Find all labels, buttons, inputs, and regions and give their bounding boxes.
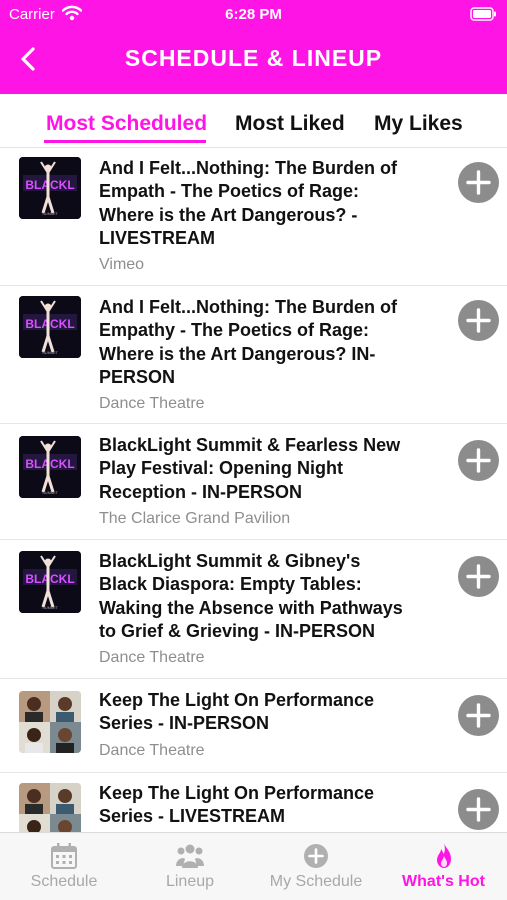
- bottom-tab-bar: Schedule Lineup My Schedule What's Hot: [0, 832, 507, 900]
- event-venue: Dance Theatre: [99, 395, 205, 412]
- app-header: Carrier 6:28 PM SCHEDULE & LINEUP: [0, 0, 507, 94]
- tabbar-label: Schedule: [30, 873, 98, 890]
- performer-collage-image: [19, 783, 81, 832]
- active-tab-indicator: [44, 140, 206, 143]
- tab-most-scheduled[interactable]: Most Scheduled: [46, 112, 207, 136]
- tabbar-lineup[interactable]: Lineup: [128, 833, 252, 900]
- event-row[interactable]: Keep The Light On Performance Series - LI…: [0, 773, 507, 832]
- event-thumbnail: [19, 691, 81, 753]
- event-venue: Vimeo: [99, 256, 145, 273]
- event-thumbnail: BLACKL SUMMIT: [19, 436, 81, 498]
- add-to-schedule-button[interactable]: [458, 162, 499, 203]
- event-venue: Dance Theatre: [99, 742, 205, 759]
- svg-text:SUMMIT: SUMMIT: [42, 211, 58, 216]
- tabbar-label: Lineup: [165, 873, 215, 890]
- event-venue: Dance Theatre: [99, 649, 205, 666]
- svg-text:SUMMIT: SUMMIT: [42, 490, 58, 495]
- event-title: Keep The Light On Performance Series - LI…: [99, 783, 375, 827]
- event-list: BLACKL SUMMIT And I Felt...Nothing: The …: [0, 148, 507, 832]
- tabbar-whats-hot[interactable]: What's Hot: [380, 833, 507, 900]
- event-row[interactable]: BLACKL SUMMIT And I Felt...Nothing: The …: [0, 148, 507, 286]
- blacklight-dancer-image: BLACKL SUMMIT: [19, 551, 81, 613]
- svg-text:BLACKL: BLACKL: [25, 178, 74, 192]
- tab-my-likes[interactable]: My Likes: [374, 112, 463, 136]
- plus-circle-icon: [466, 703, 491, 728]
- group-icon: [176, 844, 204, 868]
- segment-tabs: Most Scheduled Most Liked My Likes: [0, 94, 507, 148]
- tabbar-my-schedule[interactable]: My Schedule: [252, 833, 380, 900]
- event-title: And I Felt...Nothing: The Burden of Empat…: [99, 297, 397, 387]
- event-row[interactable]: BLACKL SUMMIT And I Felt...Nothing: The …: [0, 286, 507, 424]
- event-row[interactable]: BLACKL SUMMIT BlackLight Summit & Gibney…: [0, 540, 507, 679]
- blacklight-dancer-image: BLACKL SUMMIT: [19, 157, 81, 219]
- performer-collage-image: [19, 691, 81, 753]
- event-title: Keep The Light On Performance Series - IN…: [99, 690, 375, 734]
- svg-text:SUMMIT: SUMMIT: [42, 350, 58, 355]
- event-title: BlackLight Summit & Gibney's Black Diaspo…: [99, 551, 403, 641]
- event-row[interactable]: BLACKL SUMMIT BlackLight Summit & Fearle…: [0, 424, 507, 540]
- plus-circle-icon: [304, 844, 328, 868]
- status-time: 6:28 PM: [225, 6, 282, 23]
- event-thumbnail: BLACKL SUMMIT: [19, 296, 81, 358]
- event-title: And I Felt...Nothing: The Burden of Empat…: [99, 158, 397, 248]
- svg-text:BLACKL: BLACKL: [25, 572, 74, 586]
- plus-circle-icon: [466, 564, 491, 589]
- blacklight-dancer-image: BLACKL SUMMIT: [19, 296, 81, 358]
- page-title: SCHEDULE & LINEUP: [124, 45, 383, 71]
- event-thumbnail: BLACKL SUMMIT: [19, 551, 81, 613]
- add-to-schedule-button[interactable]: [458, 440, 499, 481]
- add-to-schedule-button[interactable]: [458, 789, 499, 830]
- tabbar-label: What's Hot: [402, 873, 485, 890]
- svg-text:BLACKL: BLACKL: [25, 317, 74, 331]
- add-to-schedule-button[interactable]: [458, 300, 499, 341]
- tabbar-schedule[interactable]: Schedule: [0, 833, 128, 900]
- tab-most-liked[interactable]: Most Liked: [235, 112, 345, 136]
- add-to-schedule-button[interactable]: [458, 556, 499, 597]
- plus-circle-icon: [466, 308, 491, 333]
- calendar-icon: [51, 843, 77, 869]
- plus-circle-icon: [466, 448, 491, 473]
- event-title: BlackLight Summit & Fearless New Play Fes…: [99, 435, 401, 502]
- event-venue: The Clarice Grand Pavilion: [99, 510, 291, 527]
- event-row[interactable]: Keep The Light On Performance Series - IN…: [0, 679, 507, 773]
- plus-circle-icon: [466, 170, 491, 195]
- status-bar: Carrier 6:28 PM: [0, 0, 507, 30]
- svg-text:BLACKL: BLACKL: [25, 457, 74, 471]
- svg-text:SUMMIT: SUMMIT: [42, 605, 58, 610]
- flame-icon: [436, 843, 451, 868]
- event-thumbnail: BLACKL SUMMIT: [19, 157, 81, 219]
- blacklight-dancer-image: BLACKL SUMMIT: [19, 436, 81, 498]
- plus-circle-icon: [466, 797, 491, 822]
- add-to-schedule-button[interactable]: [458, 695, 499, 736]
- event-thumbnail: [19, 783, 81, 832]
- battery-icon: [470, 7, 496, 21]
- tabbar-label: My Schedule: [269, 873, 363, 890]
